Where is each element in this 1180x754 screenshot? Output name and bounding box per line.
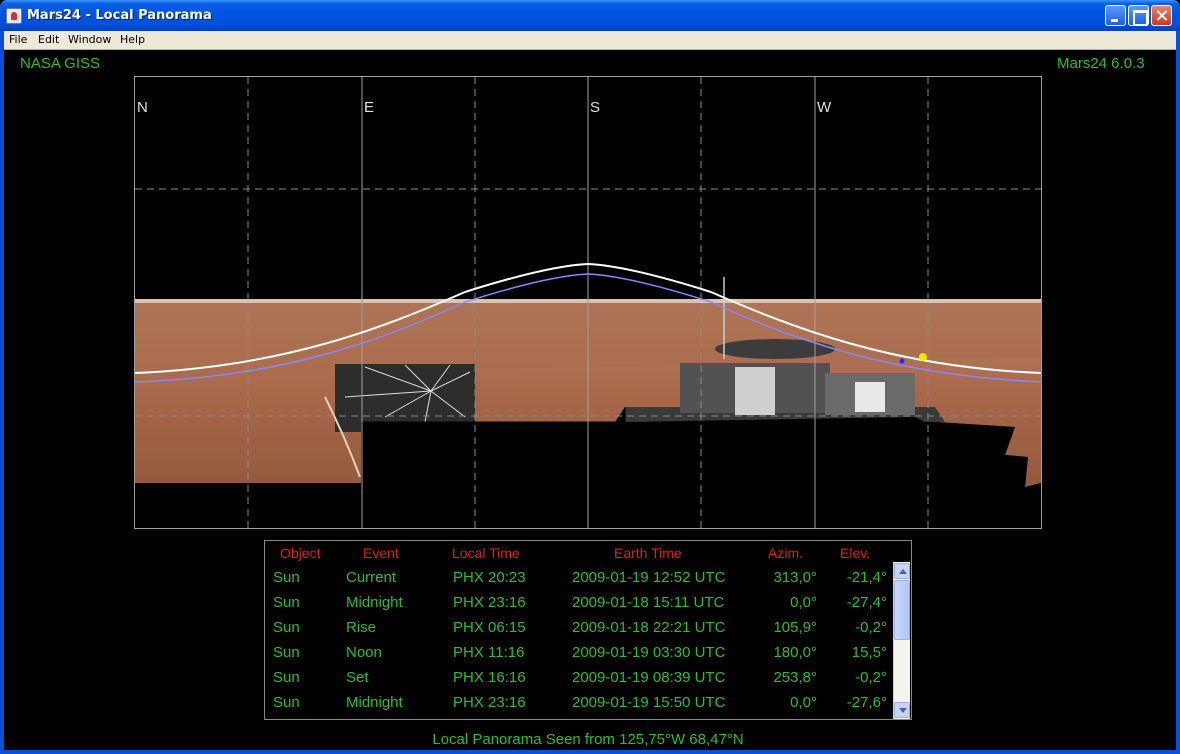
- col-header-elev: Elev.: [840, 545, 871, 561]
- cell-local-time: PHX 16:16: [453, 669, 526, 686]
- cell-event: Midnight: [346, 694, 403, 711]
- cell-event: Rise: [346, 619, 377, 636]
- cell-elev: -0,2°: [855, 669, 887, 686]
- panorama-view[interactable]: N E S W: [134, 76, 1042, 529]
- cell-event: Current: [346, 569, 397, 586]
- cell-azim: 0,0°: [790, 694, 817, 711]
- window-frame-bottom: [0, 750, 1180, 754]
- cell-earth-time: 2009-01-19 12:52 UTC: [572, 569, 726, 586]
- cell-azim: 0,0°: [790, 594, 817, 611]
- cell-azim: 313,0°: [773, 569, 817, 586]
- cell-azim: 253,8°: [773, 669, 817, 686]
- cell-event: Midnight: [346, 594, 403, 611]
- cell-object: Sun: [273, 644, 300, 661]
- scroll-down-icon[interactable]: [894, 702, 910, 718]
- java-coffee-icon: [6, 8, 22, 24]
- sun-marker: [919, 353, 927, 361]
- cell-object: Sun: [273, 694, 300, 711]
- cell-object: Sun: [273, 669, 300, 686]
- col-header-event: Event: [363, 545, 399, 561]
- nasa-giss-label: NASA GISS: [20, 55, 101, 72]
- cell-event: Set: [346, 669, 369, 686]
- compass-w-label: W: [817, 99, 832, 116]
- cell-azim: 180,0°: [773, 644, 817, 661]
- close-icon[interactable]: [1151, 5, 1172, 26]
- panorama-graphic: N E S W: [135, 77, 1041, 528]
- menu-help[interactable]: Help: [120, 33, 145, 46]
- cell-earth-time: 2009-01-19 15:50 UTC: [572, 694, 726, 711]
- cell-earth-time: 2009-01-18 15:11 UTC: [572, 594, 725, 611]
- compass-s-label: S: [590, 99, 600, 116]
- title-bar[interactable]: Mars24 - Local Panorama: [0, 0, 1180, 31]
- cell-event: Noon: [346, 644, 382, 661]
- cell-elev: -21,4°: [846, 569, 887, 586]
- window-title: Mars24 - Local Panorama: [27, 8, 212, 23]
- cell-local-time: PHX 11:16: [453, 644, 525, 661]
- cell-elev: -27,4°: [846, 594, 887, 611]
- cell-earth-time: 2009-01-19 08:39 UTC: [572, 669, 726, 686]
- cell-object: Sun: [273, 619, 300, 636]
- table-scrollbar[interactable]: [893, 562, 910, 719]
- col-header-local-time: Local Time: [452, 545, 520, 561]
- cell-local-time: PHX 23:16: [453, 694, 526, 711]
- maximize-icon[interactable]: [1128, 5, 1149, 26]
- minimize-icon[interactable]: [1105, 5, 1126, 26]
- col-header-object: Object: [280, 545, 321, 561]
- menu-edit[interactable]: Edit: [38, 33, 59, 46]
- cell-elev: -0,2°: [855, 619, 887, 636]
- cell-elev: -27,6°: [846, 694, 887, 711]
- menu-file[interactable]: File: [9, 33, 27, 46]
- col-header-azim: Azim.: [768, 545, 803, 561]
- compass-n-label: N: [137, 99, 148, 116]
- menu-bar: File Edit Window Help: [4, 31, 1176, 50]
- cell-elev: 15,5°: [851, 644, 887, 661]
- secondary-marker: [899, 358, 905, 364]
- cell-azim: 105,9°: [773, 619, 817, 636]
- cell-local-time: PHX 20:23: [453, 569, 526, 586]
- events-table: Object Event Local Time Earth Time Azim.…: [264, 540, 912, 720]
- scroll-up-icon[interactable]: [894, 563, 910, 579]
- scroll-thumb[interactable]: [894, 580, 910, 640]
- cell-local-time: PHX 23:16: [453, 594, 526, 611]
- compass-e-label: E: [364, 99, 374, 116]
- menu-window[interactable]: Window: [68, 33, 111, 46]
- location-caption: Local Panorama Seen from 125,75°W 68,47°…: [432, 731, 744, 748]
- window-frame-right: [1176, 31, 1180, 754]
- cell-earth-time: 2009-01-18 22:21 UTC: [572, 619, 726, 636]
- col-header-earth-time: Earth Time: [614, 545, 682, 561]
- cell-object: Sun: [273, 569, 300, 586]
- version-label: Mars24 6.0.3: [1057, 55, 1145, 72]
- cell-object: Sun: [273, 594, 300, 611]
- cell-local-time: PHX 06:15: [453, 619, 526, 636]
- cell-earth-time: 2009-01-19 03:30 UTC: [572, 644, 726, 661]
